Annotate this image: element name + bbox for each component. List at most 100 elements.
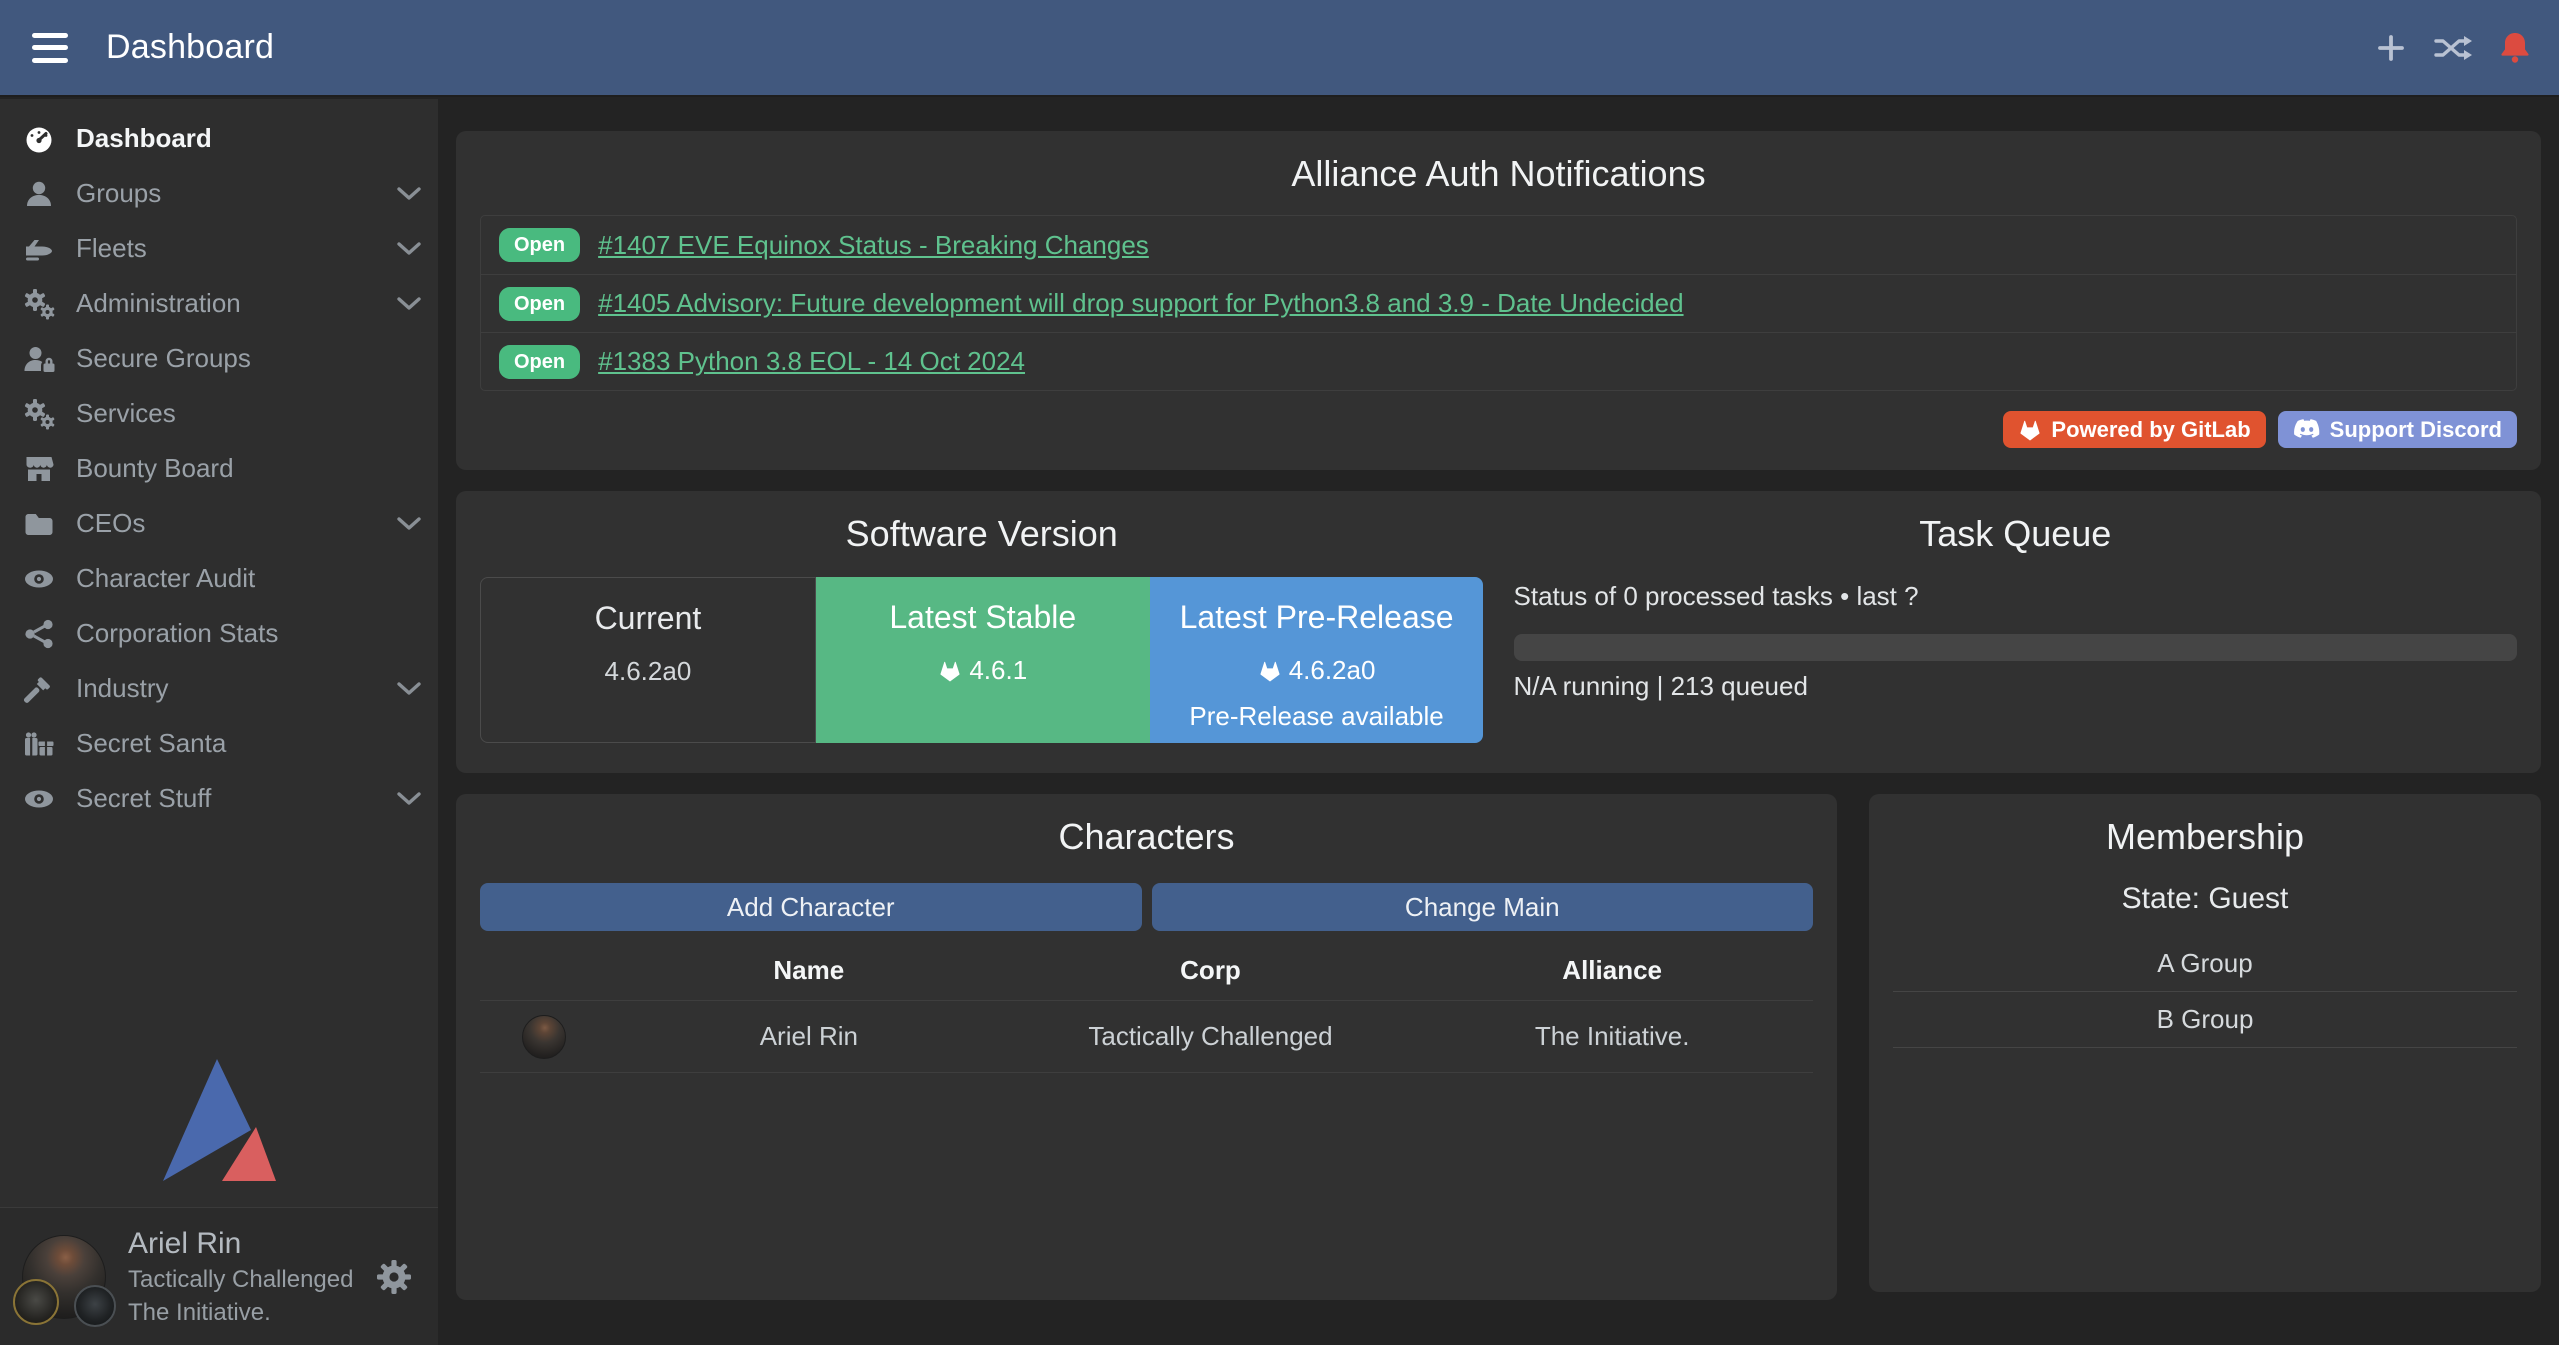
shuttle-icon	[22, 233, 56, 265]
gitlab-icon	[1258, 660, 1282, 682]
add-character-button[interactable]: Add Character	[480, 883, 1142, 931]
character-alliance: The Initiative.	[1411, 1021, 1813, 1052]
user-info: Ariel Rin Tactically Challenged The Init…	[128, 1227, 353, 1327]
sidebar-item-ceos[interactable]: CEOs	[0, 496, 438, 551]
prerelease-note: Pre-Release available	[1150, 701, 1484, 732]
eye-icon	[22, 783, 56, 815]
version-current-box: Current 4.6.2a0	[480, 577, 816, 743]
version-label: Current	[481, 600, 815, 637]
membership-title: Membership	[1893, 816, 2517, 858]
badge-label: Powered by GitLab	[2051, 417, 2250, 443]
sidebar-item-label: Secret Stuff	[76, 783, 396, 814]
version-value: 4.6.2a0	[1289, 655, 1376, 686]
hamburger-menu-icon[interactable]	[28, 31, 72, 65]
user-corp: Tactically Challenged	[128, 1266, 353, 1294]
footer-badges: Powered by GitLab Support Discord	[480, 411, 2517, 448]
sidebar-item-corporation-stats[interactable]: Corporation Stats	[0, 606, 438, 661]
task-queue-status: Status of 0 processed tasks • last ?	[1514, 581, 2518, 612]
store-icon	[22, 453, 56, 485]
user-panel: Ariel Rin Tactically Challenged The Init…	[0, 1207, 438, 1345]
chevron-down-icon	[396, 516, 422, 531]
list-item: B Group	[1893, 992, 2517, 1048]
shuffle-icon[interactable]	[2433, 32, 2473, 64]
alliance-logo-badge	[74, 1285, 116, 1327]
support-discord-badge[interactable]: Support Discord	[2278, 411, 2517, 448]
column-name: Name	[608, 955, 1010, 1000]
table-row: Ariel Rin Tactically Challenged The Init…	[480, 1001, 1813, 1073]
sidebar-item-label: Bounty Board	[76, 453, 422, 484]
sidebar-item-secure-groups[interactable]: Secure Groups	[0, 331, 438, 386]
sidebar-item-administration[interactable]: Administration	[0, 276, 438, 331]
characters-table: Name Corp Alliance Ariel Rin Tactically …	[480, 955, 1813, 1073]
share-icon	[22, 618, 56, 650]
gears-icon	[22, 398, 56, 430]
sidebar-item-label: Administration	[76, 288, 396, 319]
sidebar-item-label: Secure Groups	[76, 343, 422, 374]
notification-link[interactable]: #1407 EVE Equinox Status - Breaking Chan…	[598, 230, 1149, 261]
character-actions: Add Character Change Main	[480, 883, 1813, 931]
powered-by-gitlab-badge[interactable]: Powered by GitLab	[2003, 411, 2265, 448]
notification-item: Open #1407 EVE Equinox Status - Breaking…	[481, 216, 2516, 274]
sidebar-item-secret-santa[interactable]: Secret Santa	[0, 716, 438, 771]
sidebar-item-label: Corporation Stats	[76, 618, 422, 649]
task-queue-counts: N/A running | 213 queued	[1514, 671, 2518, 702]
topbar: Dashboard	[0, 0, 2559, 97]
sidebar-item-label: Services	[76, 398, 422, 429]
sidebar-item-services[interactable]: Services	[0, 386, 438, 441]
notifications-list: Open #1407 EVE Equinox Status - Breaking…	[480, 215, 2517, 391]
page-title: Dashboard	[106, 28, 274, 67]
chevron-down-icon	[396, 241, 422, 256]
version-stable-box: Latest Stable 4.6.1	[816, 577, 1150, 743]
gifts-icon	[22, 728, 56, 760]
hammer-icon	[22, 673, 56, 705]
gears-icon	[22, 288, 56, 320]
notification-link[interactable]: #1405 Advisory: Future development will …	[598, 288, 1683, 319]
notification-link[interactable]: #1383 Python 3.8 EOL - 14 Oct 2024	[598, 346, 1025, 377]
status-badge: Open	[499, 287, 580, 321]
change-main-button[interactable]: Change Main	[1152, 883, 1814, 931]
sidebar-item-secret-stuff[interactable]: Secret Stuff	[0, 771, 438, 826]
user-lock-icon	[22, 343, 56, 375]
characters-table-header: Name Corp Alliance	[480, 955, 1813, 1001]
software-version-section: Software Version Current 4.6.2a0 Latest …	[480, 513, 1484, 743]
sidebar-item-label: Secret Santa	[76, 728, 422, 759]
notification-item: Open #1405 Advisory: Future development …	[481, 274, 2516, 332]
chevron-down-icon	[396, 186, 422, 201]
plus-icon[interactable]	[2375, 32, 2407, 64]
sidebar-item-character-audit[interactable]: Character Audit	[0, 551, 438, 606]
membership-panel: Membership State: Guest A Group B Group	[1869, 794, 2541, 1292]
sidebar-item-fleets[interactable]: Fleets	[0, 221, 438, 276]
folder-icon	[22, 508, 56, 540]
list-item: A Group	[1893, 936, 2517, 992]
sidebar-item-label: Groups	[76, 178, 396, 209]
sidebar-item-label: Fleets	[76, 233, 396, 264]
sidebar-nav: Dashboard Groups Fleets Administration	[0, 99, 438, 826]
status-badge: Open	[499, 345, 580, 379]
bell-icon[interactable]	[2499, 31, 2531, 65]
sidebar-item-groups[interactable]: Groups	[0, 166, 438, 221]
sidebar-item-label: Character Audit	[76, 563, 422, 594]
sidebar-item-dashboard[interactable]: Dashboard	[0, 111, 438, 166]
task-queue-title: Task Queue	[1514, 513, 2518, 555]
task-progress-bar	[1514, 634, 2518, 661]
bottom-row: Characters Add Character Change Main Nam…	[456, 794, 2541, 1300]
membership-state: State: Guest	[1893, 882, 2517, 916]
user-alliance: The Initiative.	[128, 1299, 353, 1327]
notifications-title: Alliance Auth Notifications	[480, 153, 2517, 195]
notifications-panel: Alliance Auth Notifications Open #1407 E…	[456, 131, 2541, 470]
chevron-down-icon	[396, 296, 422, 311]
sidebar-item-label: CEOs	[76, 508, 396, 539]
sidebar-item-industry[interactable]: Industry	[0, 661, 438, 716]
gauge-icon	[22, 123, 56, 155]
character-row-avatar	[522, 1015, 566, 1059]
chevron-down-icon	[396, 681, 422, 696]
alliance-auth-logo	[160, 1057, 278, 1183]
settings-gear-icon[interactable]	[374, 1257, 414, 1297]
avatar	[22, 1235, 106, 1319]
gitlab-icon	[938, 660, 962, 682]
status-panel: Software Version Current 4.6.2a0 Latest …	[456, 491, 2541, 773]
column-corp: Corp	[1010, 955, 1412, 1000]
sidebar-item-bounty-board[interactable]: Bounty Board	[0, 441, 438, 496]
main-content: Alliance Auth Notifications Open #1407 E…	[438, 99, 2559, 1345]
topbar-actions	[2375, 31, 2531, 65]
